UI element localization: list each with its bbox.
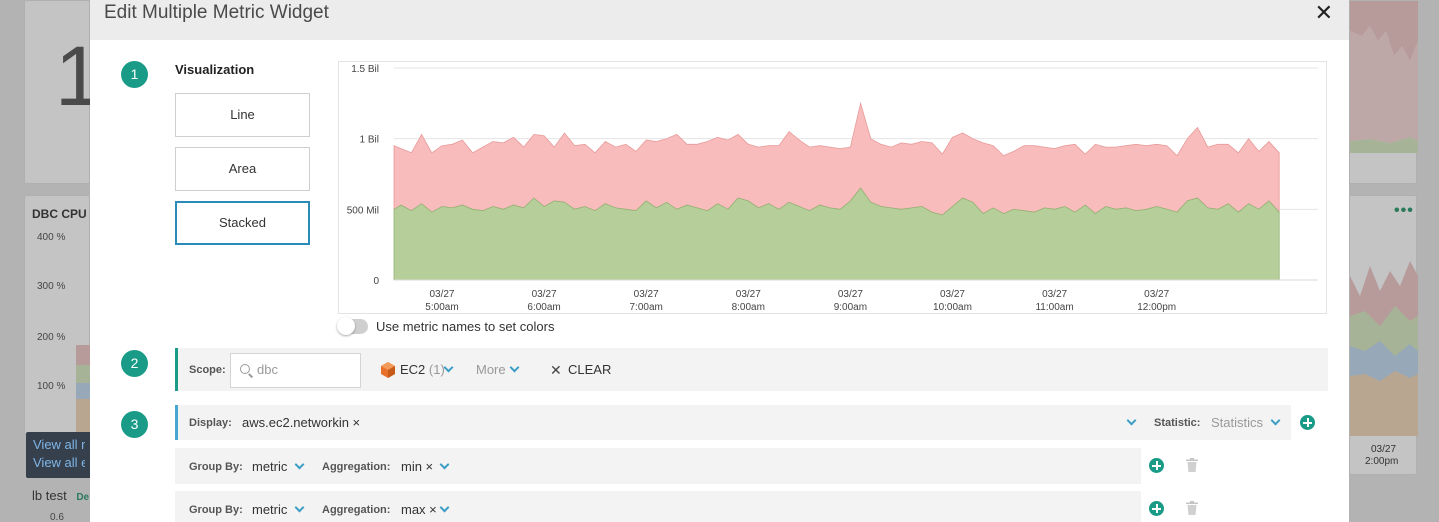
group-row: Group By: metric Aggregation: min ×	[175, 448, 1141, 484]
y-tick-label: 1 Bil	[360, 135, 379, 146]
aggregation-label: Aggregation:	[322, 504, 391, 516]
x-tick-time: 11:00am	[1035, 302, 1073, 313]
bg-right-top-chart	[1350, 1, 1418, 153]
x-tick-date: 03/27	[1144, 289, 1169, 300]
edit-widget-modal: Edit Multiple Metric Widget ✕ 1 Visualiz…	[90, 0, 1349, 522]
y-tick-label: 1.5 Bil	[351, 64, 379, 75]
metric-color-toggle[interactable]	[337, 317, 368, 335]
x-tick-date: 03/27	[1042, 289, 1067, 300]
bg-lb-tick: 0.6	[50, 512, 64, 522]
display-row: Display: aws.ec2.networkin × Statistic: …	[175, 405, 1291, 440]
y-tick-label: 0	[373, 276, 379, 287]
bg-menu-dots-icon[interactable]: •••	[1394, 202, 1414, 220]
x-tick-time: 12:00pm	[1137, 302, 1176, 313]
aggregation-label: Aggregation:	[322, 461, 391, 473]
trash-icon[interactable]	[1186, 458, 1198, 472]
x-tick-time: 6:00am	[527, 302, 560, 313]
chevron-down-icon[interactable]	[1270, 415, 1281, 426]
chevron-down-icon[interactable]	[294, 502, 305, 513]
group-by-label: Group By:	[189, 461, 243, 473]
step-2-badge: 2	[121, 350, 148, 377]
x-tick-date: 03/27	[429, 289, 454, 300]
bg-x-tick-time: 2:00pm	[1365, 456, 1399, 467]
bg-x-tick-date: 03/27	[1371, 444, 1397, 455]
scope-row: Scope: EC2 (1) More ✕ CLEAR	[175, 348, 1328, 391]
trash-icon[interactable]	[1186, 501, 1198, 515]
add-group-icon[interactable]	[1149, 501, 1164, 516]
group-by-label: Group By:	[189, 504, 243, 516]
search-icon	[240, 364, 250, 374]
scope-clear-button[interactable]: CLEAR	[568, 362, 611, 377]
step-1-badge: 1	[121, 61, 148, 88]
group-by-value[interactable]: metric	[252, 459, 287, 474]
close-icon[interactable]: ✕	[1315, 2, 1333, 24]
chevron-down-icon[interactable]	[509, 362, 520, 373]
x-tick-time: 10:00am	[933, 302, 972, 313]
x-tick-time: 5:00am	[425, 302, 458, 313]
bg-card-right-bottom	[1349, 195, 1418, 475]
bg-right-bottom-chart	[1350, 261, 1418, 436]
chart-preview: 0 500 Mil 1 Bil 1.5 Bil 03/27 5:00am 03/27 6:00…	[338, 61, 1327, 314]
chevron-down-icon[interactable]	[1126, 415, 1137, 426]
x-tick-date: 03/27	[736, 289, 761, 300]
bg-tooltip: View all m View all el	[26, 432, 92, 478]
bg-y-tick: 300 %	[37, 281, 66, 292]
scope-search-input[interactable]	[257, 362, 357, 377]
scope-more-dropdown[interactable]: More	[476, 362, 506, 377]
x-tick-time: 9:00am	[834, 302, 867, 313]
metric-color-toggle-label: Use metric names to set colors	[376, 319, 555, 334]
viz-area-button[interactable]: Area	[175, 147, 310, 191]
bg-lb-title: lb test De	[32, 488, 89, 503]
add-group-icon[interactable]	[1149, 458, 1164, 473]
bg-y-tick: 100 %	[37, 381, 66, 392]
group-by-value[interactable]: metric	[252, 502, 287, 517]
statistic-label: Statistic:	[1154, 417, 1201, 429]
scope-label: Scope:	[189, 364, 226, 376]
add-display-icon[interactable]	[1300, 415, 1315, 430]
bg-tooltip-link[interactable]: View all m	[33, 436, 85, 454]
scope-tag-name: EC2	[400, 362, 426, 377]
chevron-down-icon[interactable]	[439, 459, 450, 470]
step-3-badge: 3	[121, 411, 148, 438]
group-row: Group By: metric Aggregation: max ×	[175, 491, 1141, 522]
chevron-down-icon[interactable]	[443, 362, 454, 373]
x-tick-time: 7:00am	[630, 302, 663, 313]
bg-tooltip-link[interactable]: View all el	[33, 454, 85, 472]
stacked-area-chart: 0 500 Mil 1 Bil 1.5 Bil 03/27 5:00am 03/27 6:00…	[347, 64, 1318, 313]
chevron-down-icon[interactable]	[439, 502, 450, 513]
aggregation-token[interactable]: max ×	[401, 502, 437, 517]
scope-tag-ec2[interactable]: EC2 (1)	[400, 362, 445, 377]
bg-y-tick: 400 %	[37, 232, 66, 243]
x-tick-date: 03/27	[940, 289, 965, 300]
scope-search-box	[230, 353, 361, 388]
modal-title: Edit Multiple Metric Widget	[104, 2, 329, 23]
ec2-icon	[381, 362, 395, 378]
x-tick-date: 03/27	[532, 289, 557, 300]
bg-card-title: DBC CPU	[32, 207, 87, 221]
bg-cpu-chart	[76, 345, 90, 435]
viz-stacked-button[interactable]: Stacked	[175, 201, 310, 245]
x-tick-time: 8:00am	[732, 302, 765, 313]
viz-line-button[interactable]: Line	[175, 93, 310, 137]
display-label: Display:	[189, 417, 232, 429]
visualization-label: Visualization	[175, 62, 255, 77]
statistic-dropdown[interactable]: Statistics	[1211, 415, 1263, 430]
bg-lb-title-text: lb test	[32, 488, 67, 503]
aggregation-token[interactable]: min ×	[401, 459, 433, 474]
y-tick-label: 500 Mil	[347, 205, 379, 216]
bg-lb-badge: De	[76, 492, 90, 503]
x-tick-date: 03/27	[838, 289, 863, 300]
modal-header: Edit Multiple Metric Widget ✕	[90, 0, 1349, 40]
clear-icon[interactable]: ✕	[550, 362, 562, 379]
chevron-down-icon[interactable]	[294, 459, 305, 470]
bg-card-right-top	[1349, 0, 1418, 184]
display-metric-token[interactable]: aws.ec2.networkin ×	[242, 415, 360, 430]
scope-tag-count: (1)	[428, 362, 445, 377]
series-area-upper	[393, 101, 1280, 216]
x-tick-date: 03/27	[634, 289, 659, 300]
bg-y-tick: 200 %	[37, 332, 66, 343]
